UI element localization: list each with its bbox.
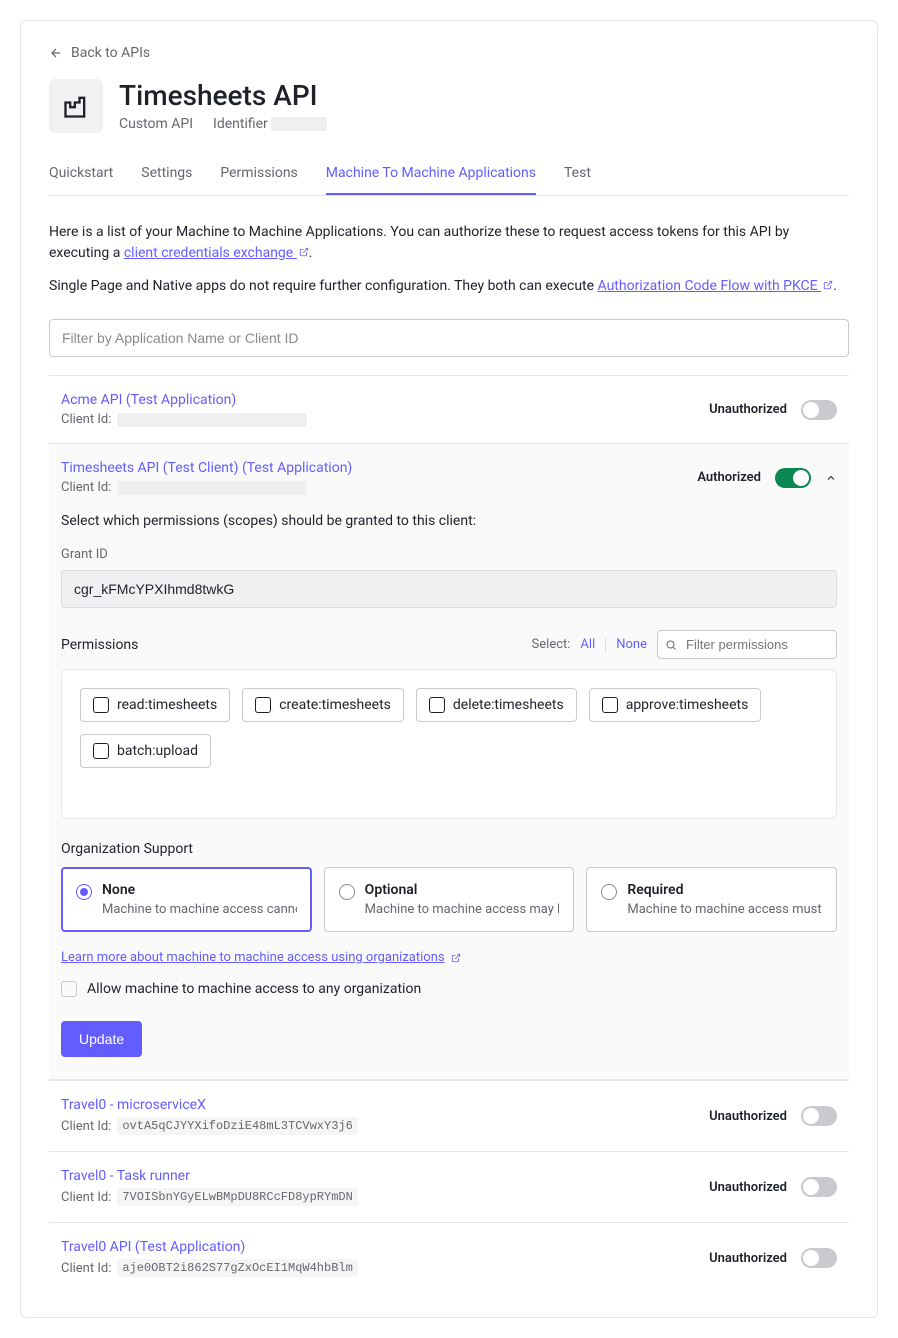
org-support-heading: Organization Support	[61, 841, 837, 857]
application-row: Travel0 API (Test Application) Client Id…	[49, 1222, 849, 1293]
page-title: Timesheets API	[119, 79, 327, 112]
permission-checkbox[interactable]: batch:upload	[80, 734, 211, 768]
select-label: Select:	[532, 637, 571, 652]
client-id-redacted	[117, 481, 307, 495]
client-id-redacted	[117, 413, 307, 427]
application-row: Travel0 - microserviceX Client Id: ovtA5q…	[49, 1080, 849, 1151]
authorize-toggle[interactable]	[801, 400, 837, 420]
external-link-icon	[823, 280, 833, 290]
radio-icon	[76, 884, 92, 900]
pkce-link[interactable]: Authorization Code Flow with PKCE	[598, 278, 834, 294]
application-row: Acme API (Test Application) Client Id: U…	[49, 375, 849, 443]
identifier-label: Identifier	[213, 116, 327, 132]
client-credentials-link[interactable]: client credentials exchange	[124, 245, 309, 261]
chevron-up-icon[interactable]	[825, 472, 837, 484]
authorization-status: Unauthorized	[709, 1109, 787, 1124]
client-id-label: Client Id:	[61, 412, 111, 427]
application-name-link[interactable]: Timesheets API (Test Client) (Test Appli…	[61, 460, 352, 476]
authorization-status: Authorized	[697, 470, 761, 485]
org-option-optional[interactable]: Optional Machine to machine access may b…	[324, 867, 575, 932]
client-id-label: Client Id:	[61, 480, 111, 495]
radio-icon	[601, 884, 617, 900]
tab-permissions[interactable]: Permissions	[220, 155, 297, 195]
authorization-status: Unauthorized	[709, 1180, 787, 1195]
application-expanded-panel: Select which permissions (scopes) should…	[49, 507, 849, 1080]
grant-id-field[interactable]	[61, 570, 837, 608]
org-option-none[interactable]: None Machine to machine access cannot be	[61, 867, 312, 932]
permissions-list: read:timesheets create:timesheets delete…	[61, 669, 837, 819]
grant-id-label: Grant ID	[61, 547, 837, 562]
select-all-link[interactable]: All	[580, 637, 595, 652]
authorize-toggle[interactable]	[775, 468, 811, 488]
arrow-left-icon	[49, 46, 63, 60]
permission-checkbox[interactable]: delete:timesheets	[416, 688, 577, 722]
application-name-link[interactable]: Travel0 - Task runner	[61, 1168, 358, 1184]
permission-checkbox[interactable]: approve:timesheets	[589, 688, 762, 722]
allow-any-org-checkbox[interactable]	[61, 981, 77, 997]
radio-icon	[339, 884, 355, 900]
authorize-toggle[interactable]	[801, 1177, 837, 1197]
client-id-label: Client Id:	[61, 1119, 111, 1134]
client-id-label: Client Id:	[61, 1261, 111, 1276]
authorization-status: Unauthorized	[709, 1251, 787, 1266]
permissions-heading: Permissions	[61, 637, 138, 653]
scopes-description: Select which permissions (scopes) should…	[61, 513, 837, 529]
select-none-link[interactable]: None	[616, 637, 647, 652]
permission-checkbox[interactable]: create:timesheets	[242, 688, 404, 722]
application-name-link[interactable]: Travel0 API (Test Application)	[61, 1239, 358, 1255]
org-option-required[interactable]: Required Machine to machine access must …	[586, 867, 837, 932]
client-id-label: Client Id:	[61, 1190, 111, 1205]
external-link-icon	[451, 953, 461, 963]
application-name-link[interactable]: Acme API (Test Application)	[61, 392, 307, 408]
permission-checkbox[interactable]: read:timesheets	[80, 688, 230, 722]
application-row: Travel0 - Task runner Client Id: 7VOISbnY…	[49, 1151, 849, 1222]
allow-any-org-label: Allow machine to machine access to any o…	[87, 981, 421, 997]
client-id-value: aje0OBT2i862S77gZxOcEI1MqW4hbBlm	[117, 1259, 357, 1277]
application-name-link[interactable]: Travel0 - microserviceX	[61, 1097, 358, 1113]
learn-more-link[interactable]: Learn more about machine to machine acce…	[61, 950, 461, 965]
authorize-toggle[interactable]	[801, 1248, 837, 1268]
page-header: Timesheets API Custom API Identifier	[49, 79, 849, 133]
authorize-toggle[interactable]	[801, 1106, 837, 1126]
identifier-redacted	[271, 117, 327, 131]
tab-quickstart[interactable]: Quickstart	[49, 155, 113, 195]
client-id-value: ovtA5qCJYYXifoDziE48mL3TCVwxY3j6	[117, 1117, 357, 1135]
filter-permissions-input[interactable]	[657, 630, 837, 659]
tab-m2m-applications[interactable]: Machine To Machine Applications	[326, 155, 536, 195]
external-link-icon	[299, 247, 309, 257]
client-id-value: 7VOISbnYGyELwBMpDU8RCcFD8ypRYmDN	[117, 1188, 357, 1206]
tab-test[interactable]: Test	[564, 155, 591, 195]
intro-text-1: Here is a list of your Machine to Machin…	[49, 222, 849, 264]
api-icon	[49, 79, 103, 133]
update-button[interactable]: Update	[61, 1021, 142, 1057]
api-type-label: Custom API	[119, 116, 193, 132]
back-link-label: Back to APIs	[71, 45, 150, 61]
intro-text-2: Single Page and Native apps do not requi…	[49, 276, 849, 297]
application-row: Timesheets API (Test Client) (Test Appli…	[49, 443, 849, 507]
authorization-status: Unauthorized	[709, 402, 787, 417]
back-to-apis-link[interactable]: Back to APIs	[49, 45, 849, 61]
search-icon	[665, 639, 677, 651]
tab-settings[interactable]: Settings	[141, 155, 192, 195]
tabs: Quickstart Settings Permissions Machine …	[49, 155, 849, 196]
filter-applications-input[interactable]	[49, 319, 849, 357]
